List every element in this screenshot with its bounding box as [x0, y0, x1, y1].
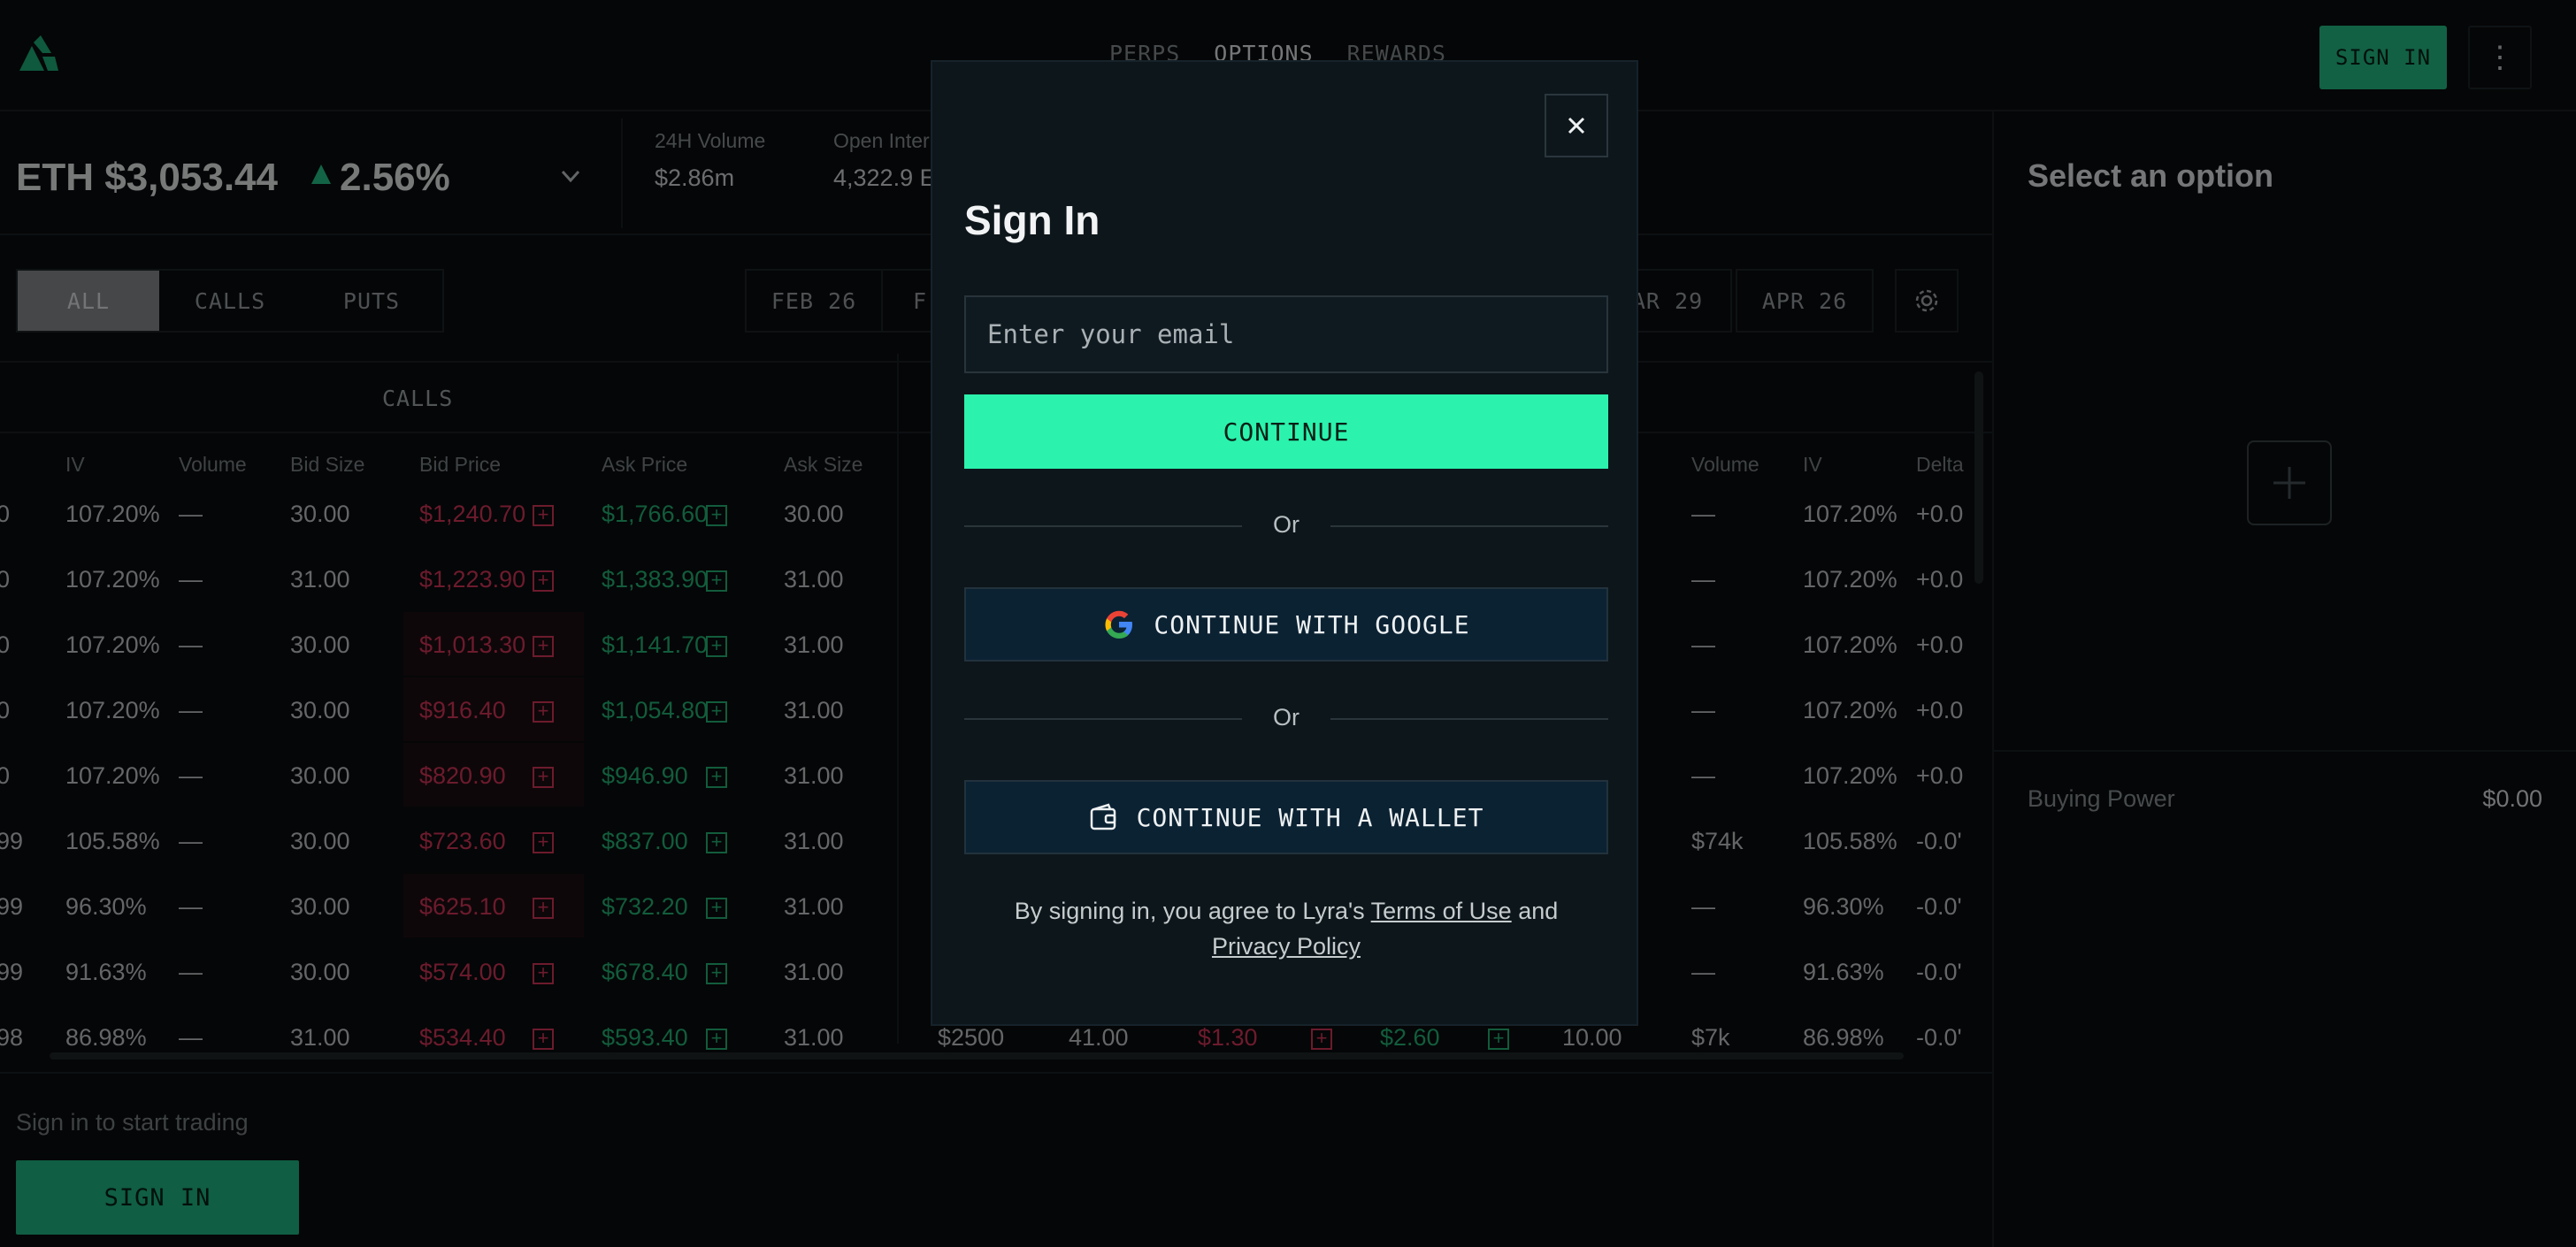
wallet-button-label: CONTINUE WITH A WALLET: [1136, 802, 1484, 832]
privacy-policy-link[interactable]: Privacy Policy: [1212, 933, 1361, 960]
divider: [1330, 525, 1608, 527]
terms-notice: By signing in, you agree to Lyra's Terms…: [964, 893, 1608, 964]
google-icon: [1105, 610, 1133, 639]
or-separator: Or: [964, 704, 1608, 734]
sign-in-modal: Sign In CONTINUE Or CONTINUE WITH GOOGLE…: [931, 60, 1638, 1026]
divider: [1330, 718, 1608, 720]
google-button-label: CONTINUE WITH GOOGLE: [1154, 609, 1470, 639]
continue-with-google-button[interactable]: CONTINUE WITH GOOGLE: [964, 587, 1608, 662]
email-field[interactable]: [964, 295, 1608, 373]
terms-of-use-link[interactable]: Terms of Use: [1371, 898, 1512, 924]
modal-title: Sign In: [964, 197, 1100, 243]
continue-with-wallet-button[interactable]: CONTINUE WITH A WALLET: [964, 780, 1608, 854]
wallet-icon: [1090, 803, 1116, 830]
or-separator: Or: [964, 511, 1608, 541]
continue-button[interactable]: CONTINUE: [964, 394, 1608, 469]
terms-prefix: By signing in, you agree to Lyra's: [1014, 898, 1365, 924]
close-icon[interactable]: [1545, 94, 1608, 157]
terms-and: and: [1518, 898, 1559, 924]
